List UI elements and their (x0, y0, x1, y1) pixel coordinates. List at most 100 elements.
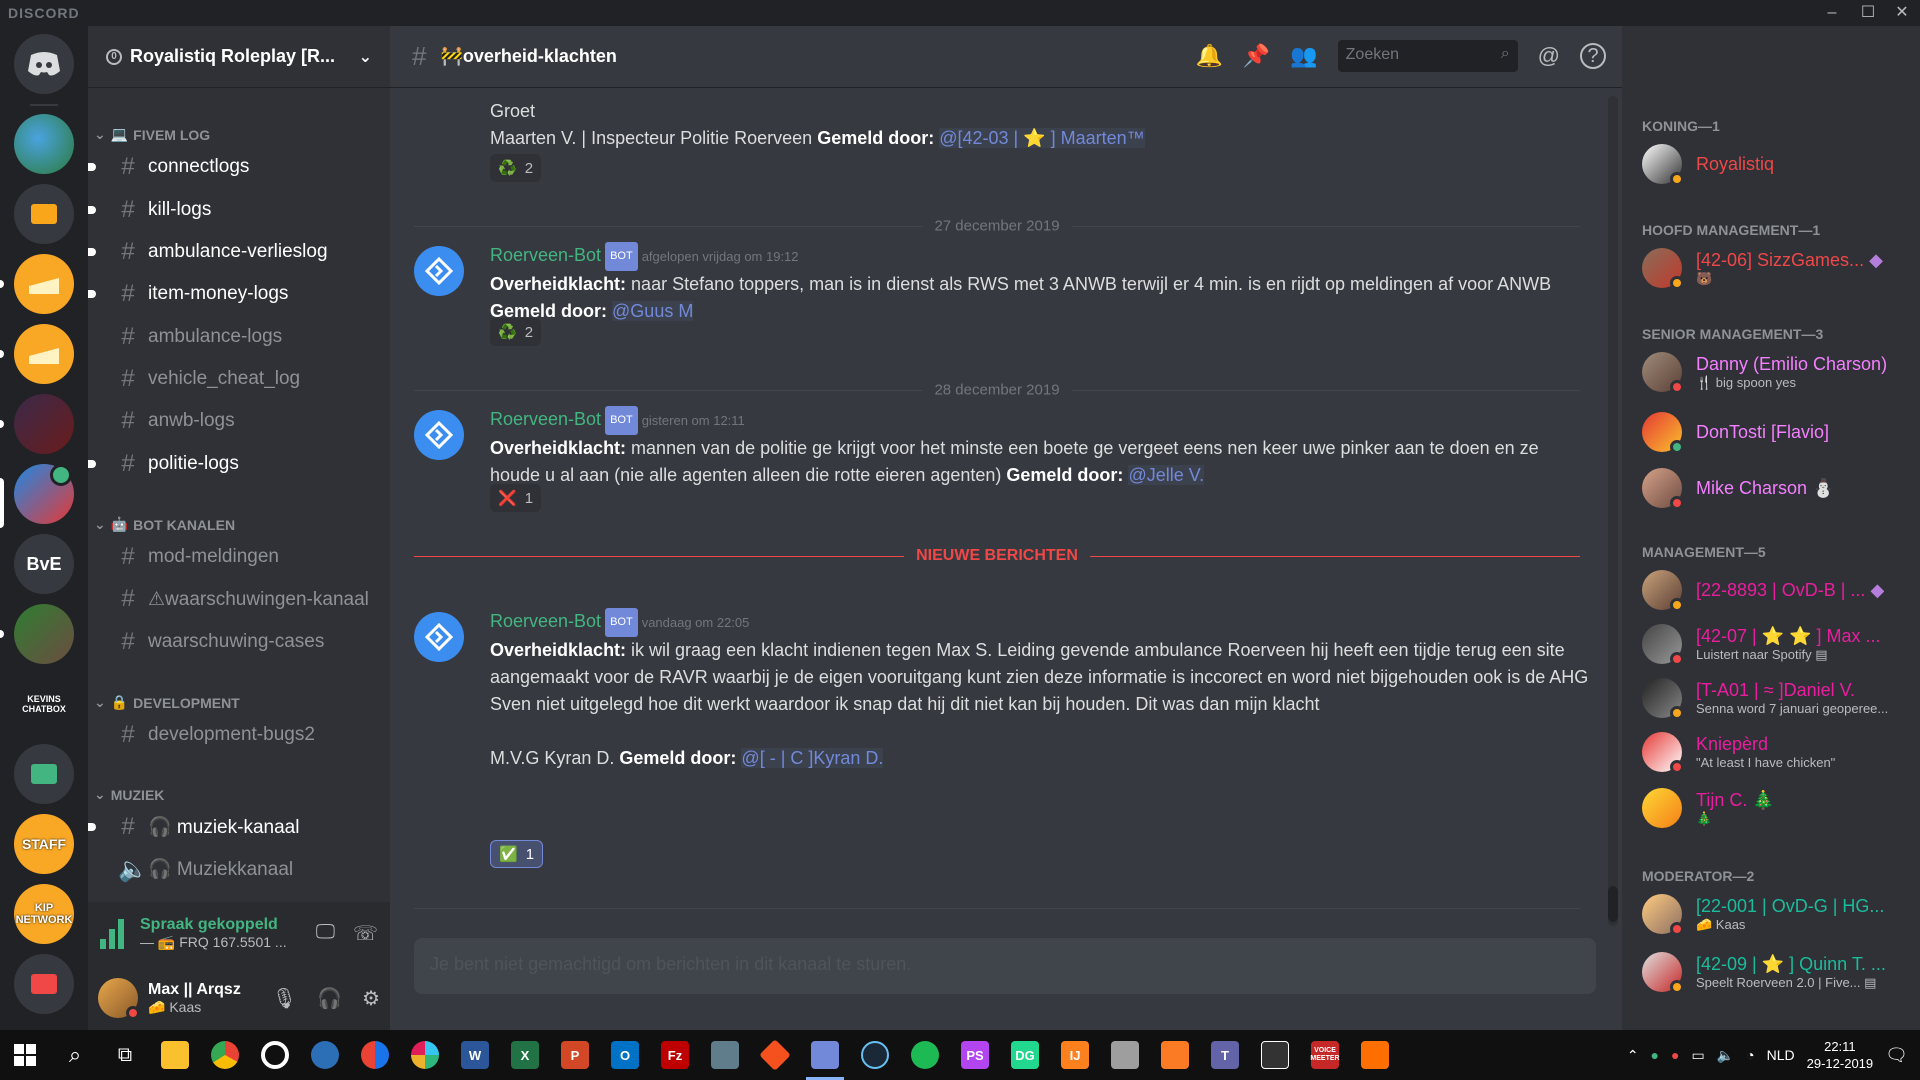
channel-waarschuwingen-kanaal[interactable]: # ⚠waarschuwingen-kanaal (108, 580, 380, 618)
folder-icon[interactable] (14, 184, 74, 244)
channel-development-bugs2[interactable]: # development-bugs2 (108, 716, 380, 754)
app-icon-3[interactable] (1250, 1030, 1300, 1080)
kip-network-icon[interactable]: KIP NETWORK (14, 884, 74, 944)
voicemeeter-icon[interactable]: VOICE MEETER (1300, 1030, 1350, 1080)
category-bot-kanalen[interactable]: ⌄ 🤖 BOT KANALEN (94, 516, 235, 533)
filezilla-icon[interactable]: Fz (650, 1030, 700, 1080)
chevron-up-icon[interactable]: ⌃ (1627, 1047, 1639, 1064)
spotify-icon[interactable] (900, 1030, 950, 1080)
server-icon-dark[interactable] (14, 394, 74, 454)
search-icon[interactable]: ⌕ (50, 1030, 100, 1080)
word-icon[interactable]: W (450, 1030, 500, 1080)
bot-avatar[interactable] (414, 246, 464, 296)
kevins-chatbox-icon[interactable]: KEVINS CHATBOX (14, 674, 74, 734)
member[interactable]: [T-A01 | ≈ ]Daniel V. Senna word 7 januar… (1642, 678, 1912, 720)
earth-server-icon[interactable] (14, 114, 74, 174)
pin-icon[interactable]: 📌 (1243, 43, 1270, 69)
close-icon[interactable]: ✕ (1888, 2, 1916, 24)
member[interactable]: Kniepèrd "At least I have chicken" (1642, 732, 1912, 774)
microphone-icon[interactable]: 🎙 (272, 986, 297, 1011)
category-fivem-log[interactable]: ⌄ 💻 FIVEM LOG (94, 126, 210, 143)
steam-icon[interactable] (850, 1030, 900, 1080)
member[interactable]: [42-06] SizzGames... ◆ 🐻 (1642, 248, 1912, 290)
intellij-icon[interactable]: IJ (1050, 1030, 1100, 1080)
staff-server-icon[interactable]: STAFF (14, 814, 74, 874)
search-input[interactable]: Zoeken ⌕ (1337, 40, 1518, 72)
voice-status[interactable]: Spraak gekoppeld (140, 916, 287, 934)
member[interactable]: [42-09 | ⭐ ] Quinn T. ... Speelt Roerveen… (1642, 952, 1912, 994)
git-icon[interactable] (750, 1030, 800, 1080)
channel-item-money-logs[interactable]: # item-money-logs (88, 275, 380, 313)
discord-taskbar-icon[interactable] (800, 1030, 850, 1080)
bot-avatar[interactable] (414, 612, 464, 662)
cheese-server-icon[interactable] (14, 254, 74, 314)
app-icon[interactable] (700, 1030, 750, 1080)
tray-app-icon-2[interactable]: ● (1671, 1047, 1679, 1063)
battery-icon[interactable]: ▭ (1691, 1047, 1704, 1064)
chrome-canary-icon[interactable] (350, 1030, 400, 1080)
reaction[interactable]: ♻️ 2 (490, 154, 542, 182)
message-author[interactable]: Roerveen-Bot (490, 409, 601, 429)
member[interactable]: [42-07 | ⭐ ⭐ ] Max ... Luistert naar Spot… (1642, 624, 1912, 666)
datagrip-icon[interactable]: DG (1000, 1030, 1050, 1080)
file-explorer-icon[interactable] (150, 1030, 200, 1080)
app-icon-4[interactable] (1350, 1030, 1400, 1080)
category-muziek[interactable]: ⌄ MUZIEK (94, 786, 164, 803)
member[interactable]: [22-001 | OvD-G | HG... 🧀 Kaas (1642, 894, 1912, 936)
channel-muziek-kanaal[interactable]: # 🎧 muziek-kanaal (88, 808, 380, 846)
user-mention[interactable]: @[42-03 | ⭐ ] Maarten™ (939, 128, 1145, 148)
message-author[interactable]: Roerveen-Bot (490, 245, 601, 265)
server-icon-green[interactable] (14, 604, 74, 664)
excel-icon[interactable]: X (500, 1030, 550, 1080)
user-mention[interactable]: @Jelle V. (1128, 465, 1205, 485)
server-header[interactable]: 0 Royalistiq Roleplay [R... ⌄ (88, 26, 390, 88)
task-view-icon[interactable]: ⧉ (100, 1030, 150, 1080)
folder-green-icon[interactable] (14, 744, 74, 804)
help-icon[interactable]: ? (1580, 43, 1606, 69)
minimize-icon[interactable]: – (1818, 2, 1846, 24)
tray-app-icon[interactable]: ● (1651, 1047, 1659, 1063)
clock[interactable]: 22:11 29-12-2019 (1807, 1038, 1874, 1072)
maximize-icon[interactable]: ☐ (1854, 2, 1882, 24)
teamspeak-icon[interactable] (300, 1030, 350, 1080)
reaction[interactable]: ♻️ 2 (490, 318, 542, 346)
opera-icon[interactable] (250, 1030, 300, 1080)
avatar[interactable] (98, 978, 140, 1020)
channel-mod-meldingen[interactable]: # mod-meldingen (108, 538, 380, 576)
channel-connectlogs[interactable]: # connectlogs (88, 148, 380, 186)
channel-kill-logs[interactable]: # kill-logs (88, 191, 380, 229)
slack-icon[interactable] (400, 1030, 450, 1080)
powerpoint-icon[interactable]: P (550, 1030, 600, 1080)
reaction[interactable]: ✅ 1 (490, 840, 544, 868)
bot-avatar[interactable] (414, 410, 464, 460)
phpstorm-icon[interactable]: PS (950, 1030, 1000, 1080)
chrome-icon[interactable] (200, 1030, 250, 1080)
language-indicator[interactable]: NLD (1767, 1047, 1795, 1063)
members-icon[interactable]: 👥 (1290, 43, 1317, 69)
scroll-thumb[interactable] (1608, 886, 1618, 922)
voice-channel-name[interactable]: — 📻 FRQ 167.5501 ... (140, 934, 287, 951)
member[interactable]: Tijn C. 🎄 🎄 (1642, 788, 1912, 828)
teams-icon[interactable]: T (1200, 1030, 1250, 1080)
channel-anwb-logs[interactable]: # anwb-logs (108, 402, 380, 440)
member[interactable]: Danny (Emilio Charson) 🍴 big spoon yes (1642, 352, 1912, 394)
network-icon[interactable]: ◔ (1746, 1047, 1754, 1063)
folder-red-icon[interactable] (14, 954, 74, 1014)
channel-waarschuwing-cases[interactable]: # waarschuwing-cases (108, 623, 380, 661)
headphones-icon[interactable]: 🎧 (317, 986, 342, 1011)
member[interactable]: Royalistiq (1642, 144, 1912, 186)
member[interactable]: DonTosti [Flavio] (1642, 412, 1912, 454)
cheese-server-icon-2[interactable] (14, 324, 74, 384)
outlook-icon[interactable]: O (600, 1030, 650, 1080)
bve-server-icon[interactable]: BvE (14, 534, 74, 594)
member[interactable]: [22-8893 | OvD-B | ... ◆ (1642, 570, 1912, 612)
discord-home-icon[interactable] (14, 34, 74, 94)
screen-share-icon[interactable]: 🖵 (316, 921, 335, 946)
message-author[interactable]: Roerveen-Bot (490, 611, 601, 631)
mention-icon[interactable]: @ (1538, 43, 1560, 69)
notification-icon[interactable]: 🗨 (1885, 1045, 1908, 1066)
gear-icon[interactable]: ⚙ (362, 986, 380, 1011)
user-mention[interactable]: @Guus M (612, 301, 694, 321)
member[interactable]: Mike Charson ⛄ (1642, 468, 1912, 510)
user-mention[interactable]: @[ - | C ]Kyran D. (741, 748, 884, 768)
